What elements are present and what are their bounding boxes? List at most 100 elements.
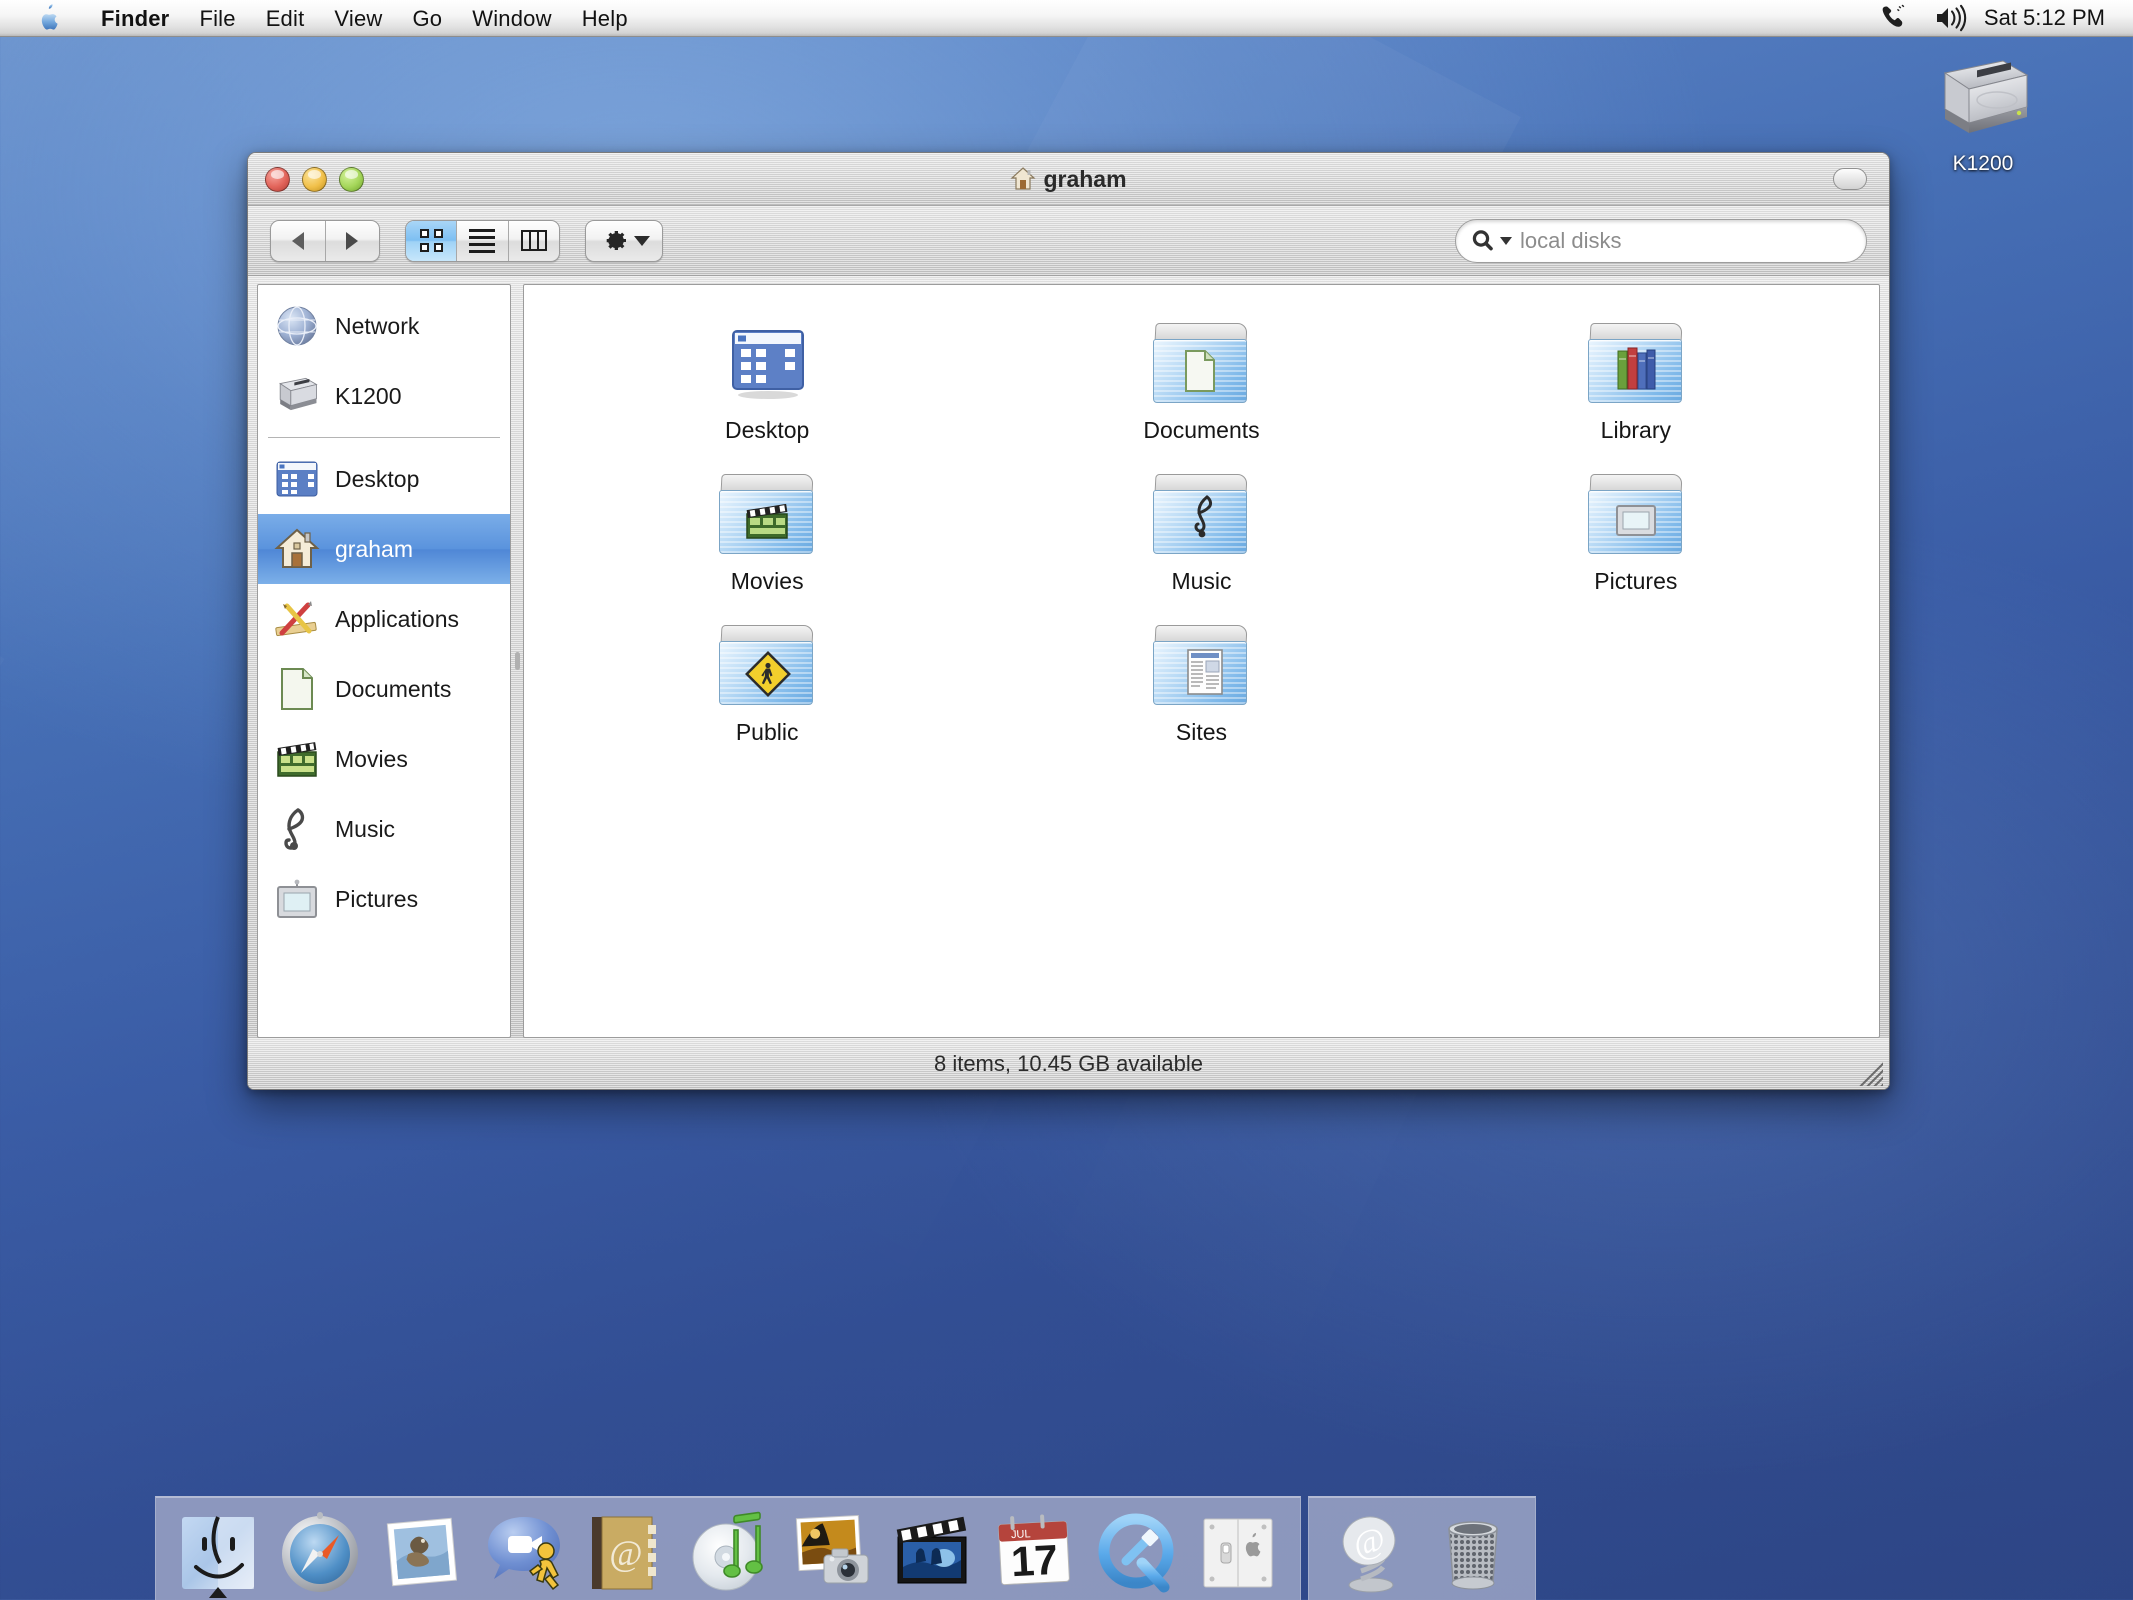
address-book-dock-icon[interactable]: @ xyxy=(578,1501,674,1597)
document-emblem-icon xyxy=(1185,350,1216,392)
treble-clef-emblem-icon xyxy=(1194,495,1213,538)
trash-dock-icon[interactable] xyxy=(1425,1501,1521,1597)
safari-dock-icon[interactable] xyxy=(272,1501,368,1597)
file-item-music[interactable]: Music xyxy=(984,454,1418,595)
modem-status-item[interactable] xyxy=(1866,4,1922,32)
menu-item-go[interactable]: Go xyxy=(398,0,458,37)
internet-dock-icon[interactable]: @ xyxy=(1323,1501,1419,1597)
iphoto-dock-icon[interactable] xyxy=(782,1501,878,1597)
desktop-icon xyxy=(273,455,321,503)
file-item-movies[interactable]: Movies xyxy=(550,454,984,595)
arrow-right-icon xyxy=(346,231,359,250)
chat-bubble-icon xyxy=(488,1517,560,1591)
file-label: Music xyxy=(1171,568,1232,594)
file-label: Public xyxy=(735,719,799,745)
file-label: Library xyxy=(1600,417,1671,443)
at-spring-icon: @ xyxy=(1342,1516,1396,1593)
cd-music-icon xyxy=(692,1511,763,1591)
mail-dock-icon[interactable] xyxy=(374,1501,470,1597)
list-view-button[interactable] xyxy=(457,220,509,261)
library-folder-icon xyxy=(1584,317,1688,413)
status-text: 8 items, 10.45 GB available xyxy=(933,1051,1204,1076)
desktop-window-icon xyxy=(715,317,819,413)
navigation-buttons[interactable] xyxy=(270,219,380,262)
menu-item-file[interactable]: File xyxy=(184,0,250,37)
sidebar-item-pictures[interactable]: Pictures xyxy=(258,864,510,934)
sidebar-separator xyxy=(268,437,500,438)
file-item-public[interactable]: Public xyxy=(550,605,984,746)
menu-item-window[interactable]: Window xyxy=(457,0,566,37)
home-icon xyxy=(273,525,321,573)
ichat-dock-icon[interactable] xyxy=(476,1501,572,1597)
file-label: Pictures xyxy=(1594,568,1678,594)
action-gear-button[interactable] xyxy=(585,219,663,262)
sidebar-item-k1200[interactable]: K1200 xyxy=(258,361,510,431)
close-button[interactable] xyxy=(265,166,290,192)
finder-window[interactable]: graham local disks Network K1200 Desktop… xyxy=(247,152,1890,1090)
movies-folder-icon xyxy=(715,468,819,564)
sidebar-item-documents[interactable]: Documents xyxy=(258,654,510,724)
zoom-button[interactable] xyxy=(339,166,364,192)
music-note-icon xyxy=(273,805,321,853)
books-emblem-icon xyxy=(1617,347,1656,390)
system-preferences-dock-icon[interactable] xyxy=(1190,1501,1286,1597)
dock-applications[interactable]: @ JUL 17 xyxy=(155,1496,1301,1600)
sidebar-item-desktop[interactable]: Desktop xyxy=(258,444,510,514)
sidebar-item-applications[interactable]: Applications xyxy=(258,584,510,654)
window-controls[interactable] xyxy=(265,166,364,192)
list-icon xyxy=(469,228,496,253)
menu-bar[interactable]: Finder File Edit View Go Window Help Sat… xyxy=(0,0,2133,37)
public-folder-icon xyxy=(715,619,819,715)
finder-dock-icon[interactable] xyxy=(170,1501,266,1598)
back-button[interactable] xyxy=(271,220,326,261)
sites-folder-icon xyxy=(1149,619,1253,715)
quicktime-dock-icon[interactable] xyxy=(1088,1501,1184,1597)
forward-button[interactable] xyxy=(326,221,380,261)
movies-clapper-icon xyxy=(273,735,321,783)
file-item-pictures[interactable]: Pictures xyxy=(1419,454,1853,595)
music-folder-icon xyxy=(1149,468,1253,564)
menubar-clock[interactable]: Sat 5:12 PM xyxy=(1982,5,2133,31)
minimize-button[interactable] xyxy=(302,166,327,192)
sidebar-item-label: Desktop xyxy=(335,465,420,492)
sidebar-splitter[interactable] xyxy=(511,284,523,1038)
finder-toolbar[interactable]: local disks xyxy=(248,206,1889,276)
ical-dock-icon[interactable]: JUL 17 xyxy=(986,1501,1082,1597)
menu-item-finder[interactable]: Finder xyxy=(86,0,184,37)
view-mode-buttons[interactable] xyxy=(405,219,560,262)
file-item-library[interactable]: Library xyxy=(1419,303,1853,444)
dock[interactable]: @ JUL 17 @ xyxy=(155,1496,1875,1600)
file-item-sites[interactable]: Sites xyxy=(984,605,1418,746)
column-view-button[interactable] xyxy=(509,221,559,261)
imovie-dock-icon[interactable] xyxy=(884,1501,980,1597)
dock-trash-section[interactable]: @ xyxy=(1308,1496,1536,1600)
sidebar-item-network[interactable]: Network xyxy=(258,291,510,361)
desktop-drive-k1200[interactable]: K1200 xyxy=(1903,55,2063,176)
search-scope-chevron-icon[interactable] xyxy=(1500,237,1512,245)
sidebar-item-label: Pictures xyxy=(335,885,419,912)
sidebar-item-movies[interactable]: Movies xyxy=(258,724,510,794)
apple-menu[interactable] xyxy=(36,3,62,33)
icon-view-button[interactable] xyxy=(406,220,458,261)
finder-sidebar[interactable]: Network K1200 Desktop graham Application… xyxy=(257,284,511,1038)
file-item-documents[interactable]: Documents xyxy=(984,303,1418,444)
file-item-desktop[interactable]: Desktop xyxy=(550,303,984,444)
volume-status-item[interactable] xyxy=(1922,4,1982,32)
file-list-area[interactable]: Desktop Documents Library Movies Music P… xyxy=(523,284,1880,1038)
menu-item-help[interactable]: Help xyxy=(567,0,643,37)
itunes-dock-icon[interactable] xyxy=(680,1501,776,1597)
menu-item-view[interactable]: View xyxy=(319,0,397,37)
splitter-grip[interactable] xyxy=(514,652,520,670)
sidebar-item-graham[interactable]: graham xyxy=(258,514,510,584)
running-indicator xyxy=(209,1587,227,1598)
menu-item-edit[interactable]: Edit xyxy=(251,0,320,37)
sidebar-item-music[interactable]: Music xyxy=(258,794,510,864)
trash-can-icon xyxy=(1448,1521,1498,1590)
window-titlebar[interactable]: graham xyxy=(248,153,1889,206)
resize-grip[interactable] xyxy=(1857,1060,1883,1086)
photo-camera-icon xyxy=(795,1514,869,1584)
wallpaper-streak xyxy=(0,500,5,1600)
arrow-left-icon xyxy=(291,231,304,250)
toolbar-toggle-button[interactable] xyxy=(1833,168,1867,190)
search-input[interactable]: local disks xyxy=(1455,219,1867,263)
